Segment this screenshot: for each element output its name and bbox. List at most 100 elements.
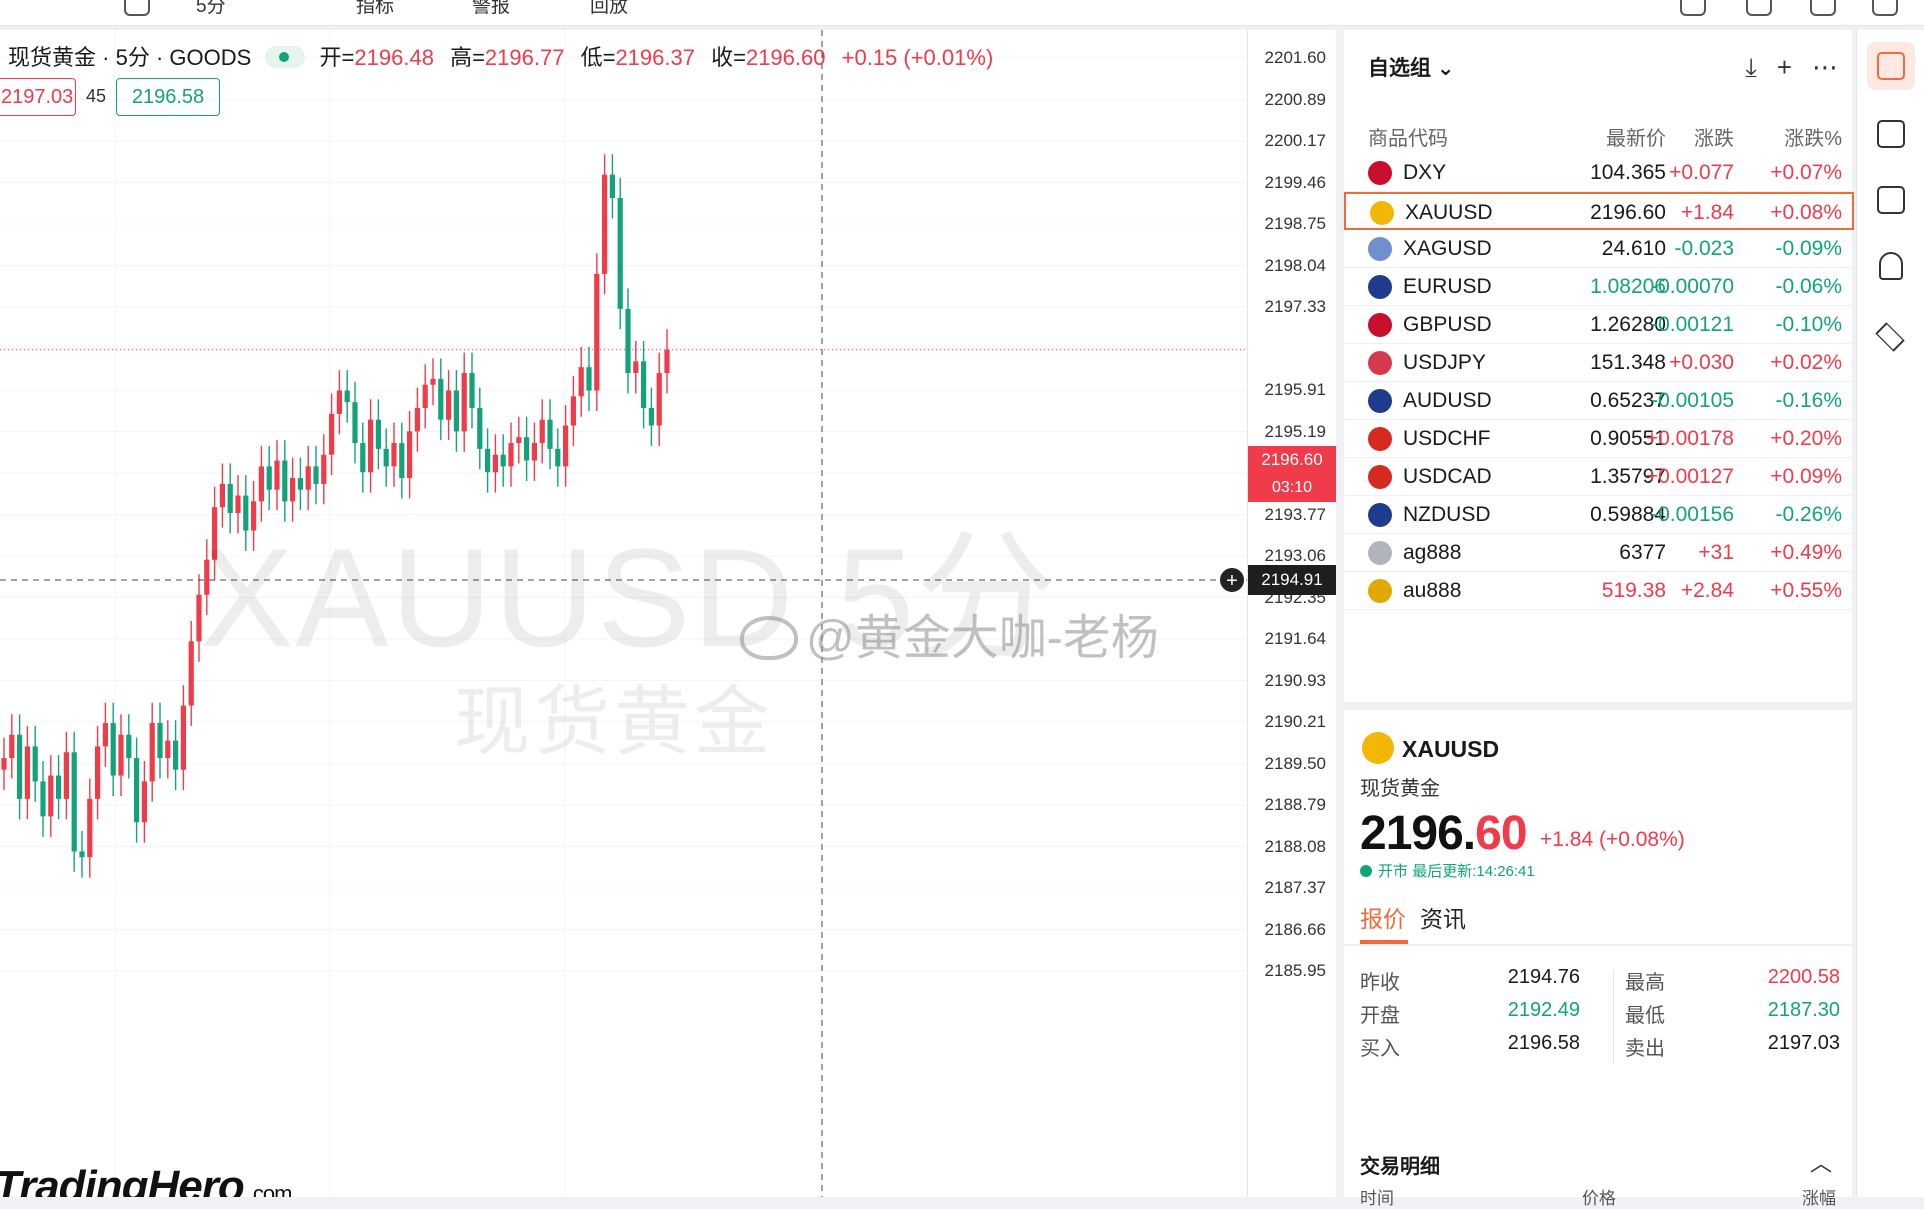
candle-body xyxy=(648,408,654,426)
candle-body xyxy=(422,384,428,409)
candle-body xyxy=(383,448,389,467)
candle-body xyxy=(485,448,491,473)
sell-button[interactable]: 2197.03 xyxy=(0,78,76,116)
candle-body xyxy=(110,723,116,776)
right-panel: 自选组 ⌄ ⤓ + ⋯ 商品代码 最新价 涨跌 涨跌% DXY 104.365 +0… xyxy=(1344,30,1854,1208)
row-code: GBPUSD xyxy=(1403,313,1492,336)
ohlc-legend: 现货黄金 · 5分 · GOODS 开=2196.48 高=2196.77 低=… xyxy=(8,45,994,70)
quote-table: 昨收 2194.76 最高 2200.58 开盘 2192.49 最低 2187… xyxy=(1360,966,1840,1065)
col-last[interactable]: 最新价 xyxy=(1606,122,1666,151)
replay-button[interactable]: 回放 xyxy=(590,0,628,18)
quote-row: 昨收 2194.76 最高 2200.58 xyxy=(1360,966,1840,994)
watchlist-row[interactable]: EURUSD 1.08206 -0.00070 -0.06% xyxy=(1344,268,1852,306)
layers-rail-button[interactable] xyxy=(1867,312,1915,360)
download-icon[interactable]: ⤓ xyxy=(1745,52,1757,82)
candle-body xyxy=(407,431,413,479)
camera-icon[interactable] xyxy=(1746,0,1772,16)
candle-body xyxy=(414,408,420,432)
candle-body xyxy=(134,758,140,823)
gb-flag-icon xyxy=(1368,313,1392,337)
row-pct: +0.02% xyxy=(1770,351,1842,374)
legend-interval: 5分 xyxy=(115,45,150,70)
watchlist-row[interactable]: USDCAD 1.35797 +0.00127 +0.09% xyxy=(1344,458,1852,496)
watchlist-row[interactable]: AUDUSD 0.65237 -0.00105 -0.16% xyxy=(1344,382,1852,420)
candle-body xyxy=(531,443,537,461)
info-icon[interactable] xyxy=(124,0,150,16)
legend-name: 现货黄金 xyxy=(8,45,97,70)
watchlist-row[interactable]: au888 519.38 +2.84 +0.55% xyxy=(1344,572,1852,610)
row-last: 151.348 xyxy=(1590,351,1666,374)
watchlist-row[interactable]: NZDUSD 0.59884 -0.00156 -0.26% xyxy=(1344,496,1852,534)
silver-icon xyxy=(1368,237,1392,261)
ch-flag-icon xyxy=(1368,427,1392,451)
more-icon[interactable]: ⋯ xyxy=(1812,52,1838,82)
row-pct: +0.55% xyxy=(1770,579,1842,602)
ca-flag-icon xyxy=(1368,465,1392,489)
chevron-down-icon[interactable]: ⌄ xyxy=(1431,57,1455,80)
watchlist-row[interactable]: XAGUSD 24.610 -0.023 -0.09% xyxy=(1344,230,1852,268)
tab-quote[interactable]: 报价 xyxy=(1360,906,1406,932)
add-icon[interactable]: + xyxy=(1777,52,1792,82)
name-watermark: 现货黄金 xyxy=(454,680,774,765)
buy-button[interactable]: 2196.58 xyxy=(116,78,220,116)
quote-row: 买入 2196.58 卖出 2197.03 xyxy=(1360,1032,1840,1060)
price-tick: 2199.46 xyxy=(1264,172,1326,192)
fullscreen-icon[interactable] xyxy=(1680,0,1706,16)
watchlist-columns: 商品代码 最新价 涨跌 涨跌% xyxy=(1344,114,1852,154)
col-change[interactable]: 涨跌 xyxy=(1694,122,1734,151)
row-pct: +0.49% xyxy=(1770,541,1842,564)
watchlist-row[interactable]: GBPUSD 1.26280 -0.00121 -0.10% xyxy=(1344,306,1852,344)
candle-body xyxy=(516,437,522,444)
alerts-rail-button[interactable] xyxy=(1867,244,1915,292)
watchlist-row[interactable]: XAUUSD 2196.60 +1.84 +0.08% xyxy=(1344,192,1854,230)
candle-body xyxy=(391,443,397,467)
row-code: USDCAD xyxy=(1403,465,1492,488)
price-tick: 2190.93 xyxy=(1264,670,1326,690)
row-change: -0.00121 xyxy=(1651,313,1734,336)
legend-high: 2196.77 xyxy=(484,45,565,70)
settings-icon[interactable] xyxy=(1872,0,1898,16)
candle-body xyxy=(446,390,452,420)
col-pct[interactable]: 涨跌% xyxy=(1784,122,1842,151)
spread-value: 45 xyxy=(86,86,107,106)
price-axis[interactable]: 2201.60 2200.89 2200.17 2199.46 2198.75 2198.… xyxy=(1247,30,1336,1197)
chevron-up-icon[interactable]: ︿ xyxy=(1810,1146,1832,1178)
watchlist-title[interactable]: 自选组 xyxy=(1368,57,1431,80)
gold-icon xyxy=(1370,201,1394,225)
watchlist-row[interactable]: ag888 6377 +31 +0.49% xyxy=(1344,534,1852,572)
col-code[interactable]: 商品代码 xyxy=(1368,122,1448,151)
indicators-button[interactable]: 指标 xyxy=(356,0,394,18)
candle-body xyxy=(173,740,179,770)
row-last: 519.38 xyxy=(1601,579,1666,602)
notes-rail-button[interactable] xyxy=(1867,110,1915,158)
row-change: +1.84 xyxy=(1680,201,1734,224)
candle-body xyxy=(461,373,467,432)
watchlist-row[interactable]: USDJPY 151.348 +0.030 +0.02% xyxy=(1344,344,1852,382)
trades-title: 交易明细 xyxy=(1360,1156,1440,1178)
candle-body xyxy=(375,419,381,449)
watchlist-row[interactable]: DXY 104.365 +0.077 +0.07% xyxy=(1344,154,1852,192)
candle-body xyxy=(102,723,108,747)
watchlist-rail-button[interactable] xyxy=(1867,42,1915,90)
expand-icon[interactable] xyxy=(1810,0,1836,16)
candle-body xyxy=(438,378,444,420)
price-tick: 2200.17 xyxy=(1264,131,1326,150)
legend-open: 2196.48 xyxy=(354,45,434,70)
row-change: +0.030 xyxy=(1669,351,1734,374)
interval-button[interactable]: 5分 xyxy=(196,0,226,18)
row-code: au888 xyxy=(1403,579,1462,602)
candle-body xyxy=(625,308,631,374)
alerts-button[interactable]: 警报 xyxy=(472,0,510,18)
price-tick: 2188.79 xyxy=(1264,795,1326,814)
price-tick: 2190.21 xyxy=(1264,712,1326,731)
watchlist-row[interactable]: USDCHF 0.90551 +0.00178 +0.20% xyxy=(1344,420,1852,458)
chart-panel[interactable]: + XAUUSD 5分 现货黄金 @黄金大咖-老杨 现货黄金 · 5分 · GO… xyxy=(0,30,1336,1197)
row-pct: -0.06% xyxy=(1775,275,1842,298)
row-pct: +0.20% xyxy=(1770,427,1842,450)
calendar-rail-button[interactable] xyxy=(1867,176,1915,224)
candle-body xyxy=(602,174,608,274)
row-change: -0.00105 xyxy=(1651,389,1734,412)
detail-change: +1.84 (+0.08%) xyxy=(1540,828,1685,851)
tab-news[interactable]: 资讯 xyxy=(1420,906,1466,932)
candle-body xyxy=(547,419,553,449)
